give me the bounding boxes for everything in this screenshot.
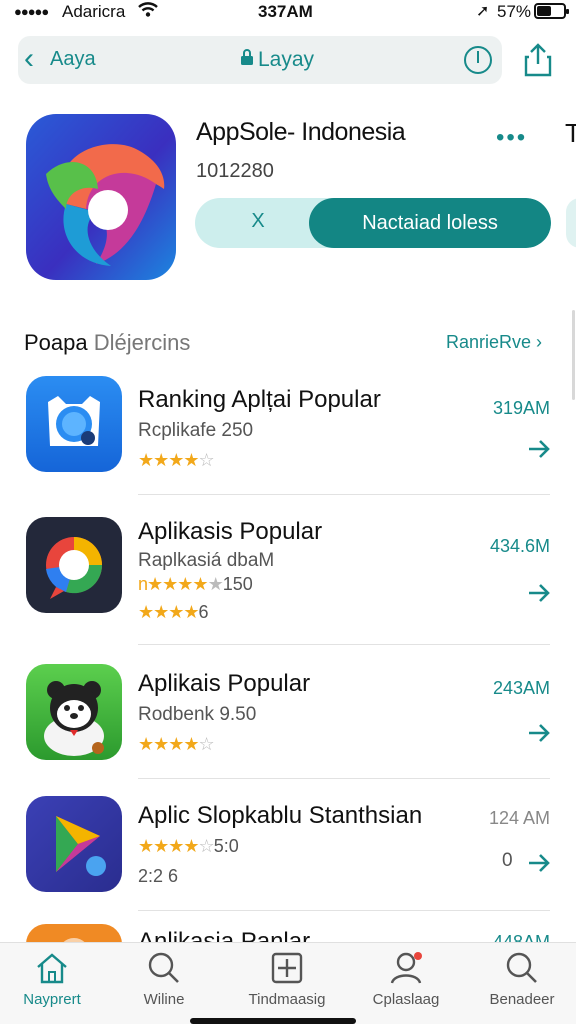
tab-search-2[interactable]: Benadeer: [472, 951, 572, 1021]
arrow-right-icon[interactable]: [526, 436, 552, 462]
scrollbar[interactable]: [572, 310, 575, 400]
app-subtitle: Rcplikafe 250: [138, 420, 254, 441]
rating-stars-2: 2:2 6: [138, 866, 179, 886]
location-icon: ➚: [476, 3, 490, 20]
divider: [138, 910, 550, 911]
app-subtitle: Rodbenk 9.50: [138, 704, 257, 725]
tab-home[interactable]: Nayprert: [2, 951, 102, 1021]
section-title: Poapa Dléjercins: [24, 330, 191, 355]
divider: [138, 494, 550, 495]
more-icon[interactable]: •••: [496, 124, 527, 152]
reload-icon[interactable]: [464, 46, 492, 74]
app-icon[interactable]: [26, 796, 122, 892]
clipped-text: T: [565, 118, 576, 148]
rating-stars-2: ★★★★6: [138, 602, 209, 622]
rating-stars: n★★★★★150: [138, 574, 253, 594]
back-chevron-icon[interactable]: ‹: [24, 42, 34, 76]
app-time: 319AM: [492, 398, 550, 418]
tab-profile[interactable]: Cplaslaag: [356, 951, 456, 1021]
app-icon[interactable]: [26, 517, 122, 613]
page-title: Layay: [258, 48, 315, 71]
battery-percent: 57%: [497, 2, 532, 21]
arrow-right-icon[interactable]: [526, 720, 552, 746]
divider: [138, 778, 550, 779]
app-name: Aplikais Popular: [138, 670, 311, 697]
arrow-right-icon[interactable]: [526, 580, 552, 606]
home-indicator: [190, 1018, 356, 1024]
app-icon[interactable]: [26, 376, 122, 472]
app-name: Aplic Slopkablu Stanthsian: [138, 802, 423, 829]
arrow-right-icon[interactable]: [526, 850, 552, 876]
app-logo[interactable]: [26, 114, 176, 280]
app-title: AppSole- Indonesia: [196, 118, 406, 146]
divider: [138, 644, 550, 645]
search-icon: [148, 952, 179, 983]
app-subtitle: Raplkasiá dbaM: [138, 550, 275, 571]
app-time: 243AM: [492, 678, 550, 698]
lock-icon: [240, 48, 254, 71]
app-icon[interactable]: [26, 664, 122, 760]
app-time: 434.6M: [489, 536, 550, 556]
back-button[interactable]: Aaya: [50, 48, 96, 71]
app-time: 124 AM: [488, 808, 550, 828]
tab-bar: Nayprert Wiline Tindmaasig Cplaslaag Ben…: [0, 942, 576, 1024]
wifi-icon: [137, 0, 159, 23]
side-value: 0: [502, 850, 513, 871]
home-icon: [37, 953, 67, 984]
rating-stars: ★★★★☆: [138, 734, 215, 754]
url-bar[interactable]: ‹ Aaya Layay: [18, 36, 502, 84]
tab-search[interactable]: Wiline: [114, 951, 214, 1021]
share-icon[interactable]: [522, 42, 554, 78]
rating-stars: ★★★★☆5:0: [138, 836, 239, 856]
status-bar: ●●●●● Adaricra 337AM ➚ 57%: [0, 0, 576, 26]
app-name: Aplikasis Popular: [138, 518, 323, 545]
segment-left[interactable]: X: [235, 210, 281, 233]
segmented-control: X Nactaiad loless: [195, 198, 551, 248]
carrier-name: Adaricra: [62, 2, 126, 21]
segment-right[interactable]: Nactaiad loless: [309, 198, 551, 248]
see-all-link[interactable]: RanrieRve ›: [446, 332, 542, 353]
app-name: Ranking Aplțai Popular: [138, 386, 381, 413]
app-number: 1012280: [196, 160, 274, 182]
battery-icon: [534, 3, 569, 19]
tab-add[interactable]: Tindmaasig: [237, 951, 337, 1021]
add-box-icon: [271, 952, 303, 984]
status-time: 337AM: [258, 2, 313, 21]
signal-icon: ●●●●●: [14, 4, 49, 19]
clipped-button[interactable]: [566, 198, 576, 248]
person-icon: [390, 952, 422, 984]
search-icon: [506, 952, 537, 983]
rating-stars: ★★★★☆: [138, 450, 215, 470]
